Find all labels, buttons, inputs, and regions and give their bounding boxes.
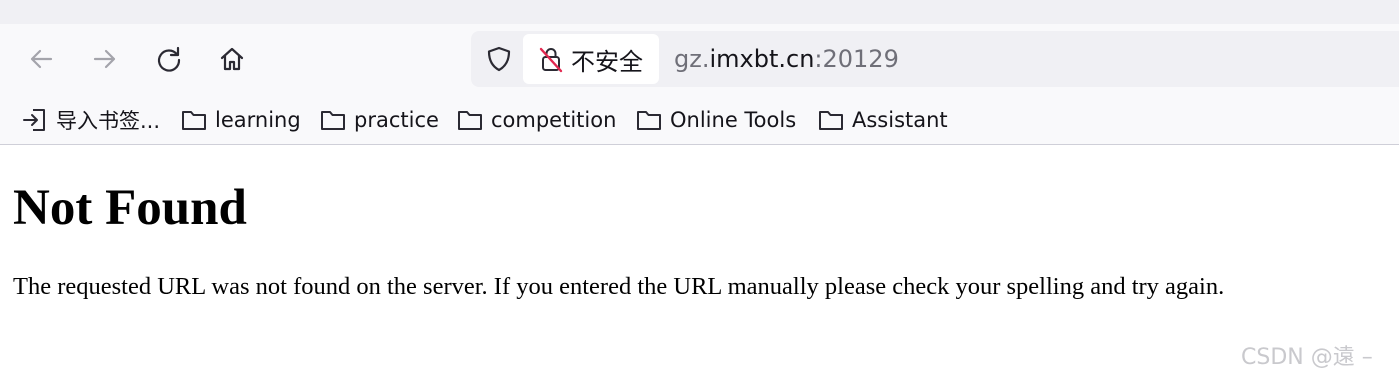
bookmark-folder-competition[interactable]: competition: [457, 106, 616, 134]
watermark: CSDN @遠 –: [1241, 345, 1373, 370]
site-security-indicator[interactable]: 不安全: [523, 34, 659, 84]
bookmark-label: learning: [215, 108, 301, 132]
folder-icon: [819, 111, 843, 130]
arrow-right-icon: [93, 49, 116, 69]
folder-icon: [321, 111, 345, 130]
forward-button[interactable]: [87, 41, 123, 77]
bookmark-label: Assistant: [852, 108, 948, 132]
navigation-toolbar: 不安全 gz.imxbt.cn:20129: [0, 24, 1399, 96]
insecure-lock-icon: [539, 47, 563, 73]
bookmark-import[interactable]: 导入书签...: [22, 106, 160, 134]
folder-icon: [182, 111, 206, 130]
error-message: The requested URL was not found on the s…: [13, 273, 1225, 300]
url-port: :20129: [814, 45, 899, 73]
url-prefix: gz.: [674, 45, 710, 73]
security-label: 不安全: [571, 47, 643, 76]
bookmark-folder-online-tools[interactable]: Online Tools: [636, 106, 796, 134]
url-host: imxbt.cn: [709, 45, 815, 73]
bookmark-label: practice: [354, 108, 439, 132]
back-button[interactable]: [23, 41, 59, 77]
url-text[interactable]: gz.imxbt.cn:20129: [674, 45, 899, 73]
bookmark-folder-assistant[interactable]: Assistant: [818, 106, 948, 134]
bookmark-label: 导入书签...: [56, 109, 161, 133]
import-icon: [23, 109, 45, 131]
shield-icon: [487, 46, 511, 72]
bookmarks-toolbar: 导入书签... learning practice competition On…: [0, 96, 1399, 145]
page-title: Not Found: [13, 180, 247, 236]
tracking-protection-button[interactable]: [483, 43, 515, 75]
folder-icon: [458, 111, 482, 130]
home-icon: [220, 47, 244, 71]
reload-icon: [157, 46, 181, 72]
arrow-left-icon: [30, 49, 53, 69]
bookmark-folder-practice[interactable]: practice: [320, 106, 439, 134]
reload-button[interactable]: [151, 41, 187, 77]
address-bar[interactable]: 不安全 gz.imxbt.cn:20129: [471, 31, 1399, 87]
bookmark-label: Online Tools: [670, 108, 797, 132]
bookmark-label: competition: [491, 108, 617, 132]
home-button[interactable]: [214, 41, 250, 77]
tab-strip: [0, 0, 1399, 24]
folder-icon: [637, 111, 661, 130]
bookmark-folder-learning[interactable]: learning: [181, 106, 301, 134]
